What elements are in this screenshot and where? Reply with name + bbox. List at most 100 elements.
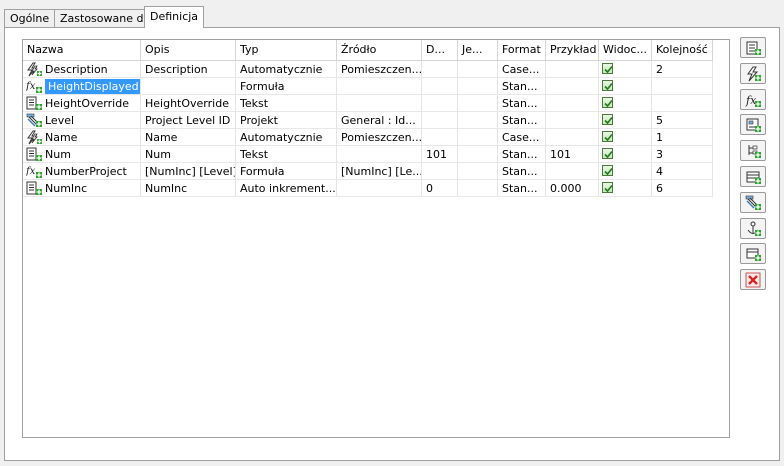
cell-name[interactable]: Num [23, 146, 141, 163]
cell-kolejnosc[interactable]: 1 [652, 129, 713, 146]
cell-name[interactable]: fx HeightDisplayed [23, 78, 141, 95]
col-d[interactable]: D... [422, 40, 458, 60]
cell-zrodlo[interactable]: [NumInc] [Le... [337, 163, 422, 180]
col-format[interactable]: Format [498, 40, 546, 60]
cell-zrodlo[interactable] [337, 146, 422, 163]
cell-kolejnosc[interactable]: 3 [652, 146, 713, 163]
cell-widoczny[interactable] [599, 95, 652, 112]
col-typ[interactable]: Typ [236, 40, 337, 60]
cell-format[interactable]: Stan... [498, 112, 546, 129]
col-opis[interactable]: Opis [141, 40, 236, 60]
cell-zrodlo[interactable] [337, 78, 422, 95]
cell-przyklad[interactable] [546, 78, 599, 95]
table-row[interactable]: HeightOverride HeightOverride Tekst Stan... [23, 95, 713, 112]
visible-checkbox[interactable] [602, 165, 613, 176]
cell-je[interactable] [458, 146, 498, 163]
cell-typ[interactable]: Tekst [236, 146, 337, 163]
cell-d[interactable] [422, 129, 458, 146]
cell-je[interactable] [458, 180, 498, 197]
add-lookup-param-button[interactable] [740, 114, 766, 136]
cell-name[interactable]: Description [23, 61, 141, 78]
cell-opis[interactable]: Num [141, 146, 236, 163]
cell-d[interactable] [422, 61, 458, 78]
cell-przyklad[interactable] [546, 129, 599, 146]
cell-format[interactable]: Stan... [498, 163, 546, 180]
cell-name[interactable]: NumInc [23, 180, 141, 197]
cell-format[interactable]: Stan... [498, 146, 546, 163]
cell-kolejnosc[interactable]: 5 [652, 112, 713, 129]
cell-je[interactable] [458, 95, 498, 112]
cell-kolejnosc[interactable] [652, 78, 713, 95]
visible-checkbox[interactable] [602, 131, 613, 142]
cell-je[interactable] [458, 61, 498, 78]
cell-typ[interactable]: Automatycznie [236, 61, 337, 78]
visible-checkbox[interactable] [602, 63, 613, 74]
cell-d[interactable] [422, 112, 458, 129]
add-formula-param-button[interactable]: fx [740, 88, 766, 110]
cell-d[interactable]: 0 [422, 180, 458, 197]
col-widoczny[interactable]: Widoc... [599, 40, 652, 60]
table-row[interactable]: Level Project Level ID Projekt General : Id… [23, 112, 713, 129]
cell-je[interactable] [458, 112, 498, 129]
cell-format[interactable]: Stan... [498, 95, 546, 112]
cell-je[interactable] [458, 78, 498, 95]
cell-opis[interactable]: NumInc [141, 180, 236, 197]
col-przyklad[interactable]: Przykład [546, 40, 599, 60]
cell-d[interactable] [422, 78, 458, 95]
visible-checkbox[interactable] [602, 80, 613, 91]
table-row[interactable]: Num Num Tekst 101 Stan... 101 3 [23, 146, 713, 163]
add-project-param-button[interactable] [740, 191, 766, 213]
cell-zrodlo[interactable] [337, 180, 422, 197]
cell-kolejnosc[interactable]: 4 [652, 163, 713, 180]
cell-d[interactable]: 101 [422, 146, 458, 163]
cell-przyklad[interactable] [546, 163, 599, 180]
cell-typ[interactable]: Formuła [236, 163, 337, 180]
cell-name[interactable]: Name [23, 129, 141, 146]
cell-widoczny[interactable] [599, 78, 652, 95]
cell-zrodlo[interactable]: Pomieszczen... [337, 61, 422, 78]
cell-name[interactable]: fx NumberProject [23, 163, 141, 180]
cell-d[interactable] [422, 163, 458, 180]
cell-je[interactable] [458, 163, 498, 180]
cell-przyklad[interactable] [546, 95, 599, 112]
cell-przyklad[interactable] [546, 61, 599, 78]
add-table-param-button[interactable] [740, 166, 766, 187]
add-tree-param-button[interactable] [740, 140, 766, 162]
cell-format[interactable]: Stan... [498, 180, 546, 197]
cell-opis[interactable] [141, 78, 236, 95]
cell-opis[interactable]: Project Level ID [141, 112, 236, 129]
col-je[interactable]: Je... [458, 40, 498, 60]
visible-checkbox[interactable] [602, 148, 613, 159]
cell-przyklad[interactable]: 0.000 [546, 180, 599, 197]
tab-ogolne[interactable]: Ogólne [4, 9, 56, 27]
add-window-param-button[interactable] [740, 243, 766, 265]
cell-format[interactable]: Stan... [498, 78, 546, 95]
cell-opis[interactable]: [NumInc] [Level] [141, 163, 236, 180]
add-auto-param-button[interactable] [740, 62, 766, 84]
cell-typ[interactable]: Projekt [236, 112, 337, 129]
cell-widoczny[interactable] [599, 163, 652, 180]
cell-widoczny[interactable] [599, 146, 652, 163]
cell-zrodlo[interactable] [337, 95, 422, 112]
cell-kolejnosc[interactable]: 6 [652, 180, 713, 197]
table-row[interactable]: Name Name Automatycznie Pomieszczen... Case.… [23, 129, 713, 146]
cell-typ[interactable]: Automatycznie [236, 129, 337, 146]
cell-typ[interactable]: Tekst [236, 95, 337, 112]
cell-typ[interactable]: Formuła [236, 78, 337, 95]
cell-d[interactable] [422, 95, 458, 112]
cell-przyklad[interactable] [546, 112, 599, 129]
cell-zrodlo[interactable]: Pomieszczen... [337, 129, 422, 146]
table-row[interactable]: NumInc NumInc Auto inkrement... 0 Stan... 0.0… [23, 180, 713, 197]
cell-opis[interactable]: Description [141, 61, 236, 78]
cell-widoczny[interactable] [599, 112, 652, 129]
cell-format[interactable]: Case... [498, 61, 546, 78]
tab-zastosowane-do[interactable]: Zastosowane do [54, 9, 157, 27]
cell-zrodlo[interactable]: General : Id... [337, 112, 422, 129]
cell-kolejnosc[interactable]: 2 [652, 61, 713, 78]
cell-name[interactable]: HeightOverride [23, 95, 141, 112]
add-anchor-param-button[interactable] [740, 217, 766, 239]
cell-je[interactable] [458, 129, 498, 146]
table-row[interactable]: Description Description Automatycznie Pomie… [23, 61, 713, 78]
cell-widoczny[interactable] [599, 61, 652, 78]
cell-typ[interactable]: Auto inkrement... [236, 180, 337, 197]
